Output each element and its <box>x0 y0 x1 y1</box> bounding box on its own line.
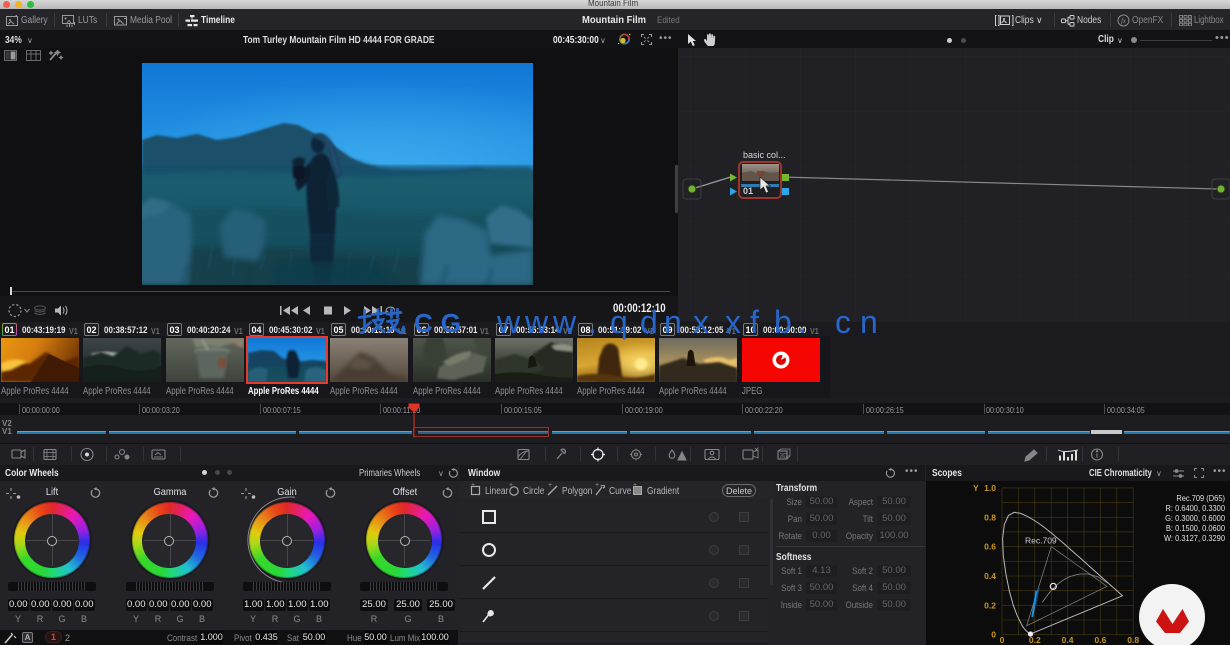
svg-text:Y: Y <box>973 483 979 493</box>
svg-text:0.8: 0.8 <box>984 512 996 522</box>
svg-text:0: 0 <box>991 630 996 640</box>
svg-text:0.6: 0.6 <box>984 542 996 552</box>
svg-text:0: 0 <box>1000 635 1005 645</box>
svg-text:0.8: 0.8 <box>1127 635 1139 645</box>
svg-text:Rec.709: Rec.709 <box>1025 536 1057 546</box>
svg-text:0.4: 0.4 <box>1062 635 1074 645</box>
svg-text:0.6: 0.6 <box>1094 635 1106 645</box>
svg-text:fx: fx <box>1121 17 1127 25</box>
svg-text:0.2: 0.2 <box>984 600 996 610</box>
svg-text:0.4: 0.4 <box>984 571 996 581</box>
svg-text:1.0: 1.0 <box>984 483 996 493</box>
svg-text:3D: 3D <box>780 453 789 460</box>
